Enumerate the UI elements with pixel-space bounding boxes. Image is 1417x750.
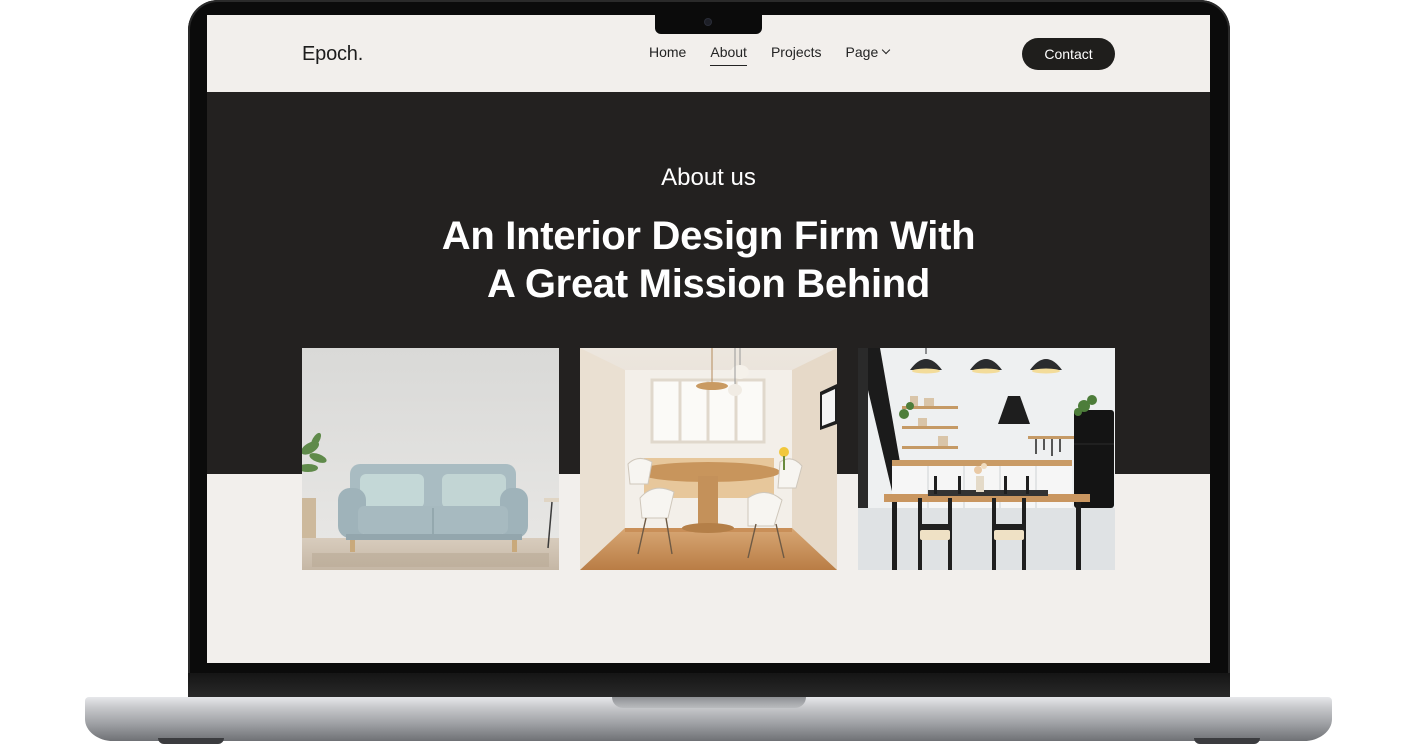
sofa-illustration [302, 348, 559, 570]
nav-about[interactable]: About [710, 44, 747, 66]
gallery-image-dining-room[interactable] [580, 348, 837, 570]
laptop-foot-right [1194, 738, 1260, 744]
main-nav: Home About Projects Page [649, 44, 913, 66]
dining-room-illustration [580, 348, 837, 570]
nav-page-label: Page [845, 44, 879, 60]
laptop-base-notch [612, 697, 806, 708]
nav-about-label: About [710, 44, 747, 60]
camera-notch [655, 14, 762, 34]
hero-title-line2: A Great Mission Behind [486, 262, 931, 306]
camera-icon [705, 19, 711, 25]
hero-title: An Interior Design Firm With A Great Mis… [207, 212, 1210, 308]
chevron-down-icon [881, 45, 891, 55]
gallery [302, 348, 1115, 570]
gallery-image-living-room[interactable] [302, 348, 559, 570]
kitchen-illustration [858, 348, 1115, 570]
contact-button[interactable]: Contact [1022, 38, 1115, 70]
hero-title-line1: An Interior Design Firm With [441, 214, 976, 258]
hero-eyebrow: About us [661, 164, 756, 191]
website-screen: Epoch. Home About Projects Page Contact … [207, 15, 1210, 663]
laptop-hinge [188, 673, 1230, 699]
nav-home-label: Home [649, 44, 687, 60]
laptop-foot-left [158, 738, 224, 744]
gallery-image-kitchen[interactable] [858, 348, 1115, 570]
logo[interactable]: Epoch. [302, 43, 363, 66]
nav-projects-label: Projects [770, 44, 822, 60]
nav-projects[interactable]: Projects [771, 44, 822, 60]
nav-home[interactable]: Home [649, 44, 686, 60]
nav-page-dropdown[interactable]: Page [845, 44, 891, 60]
